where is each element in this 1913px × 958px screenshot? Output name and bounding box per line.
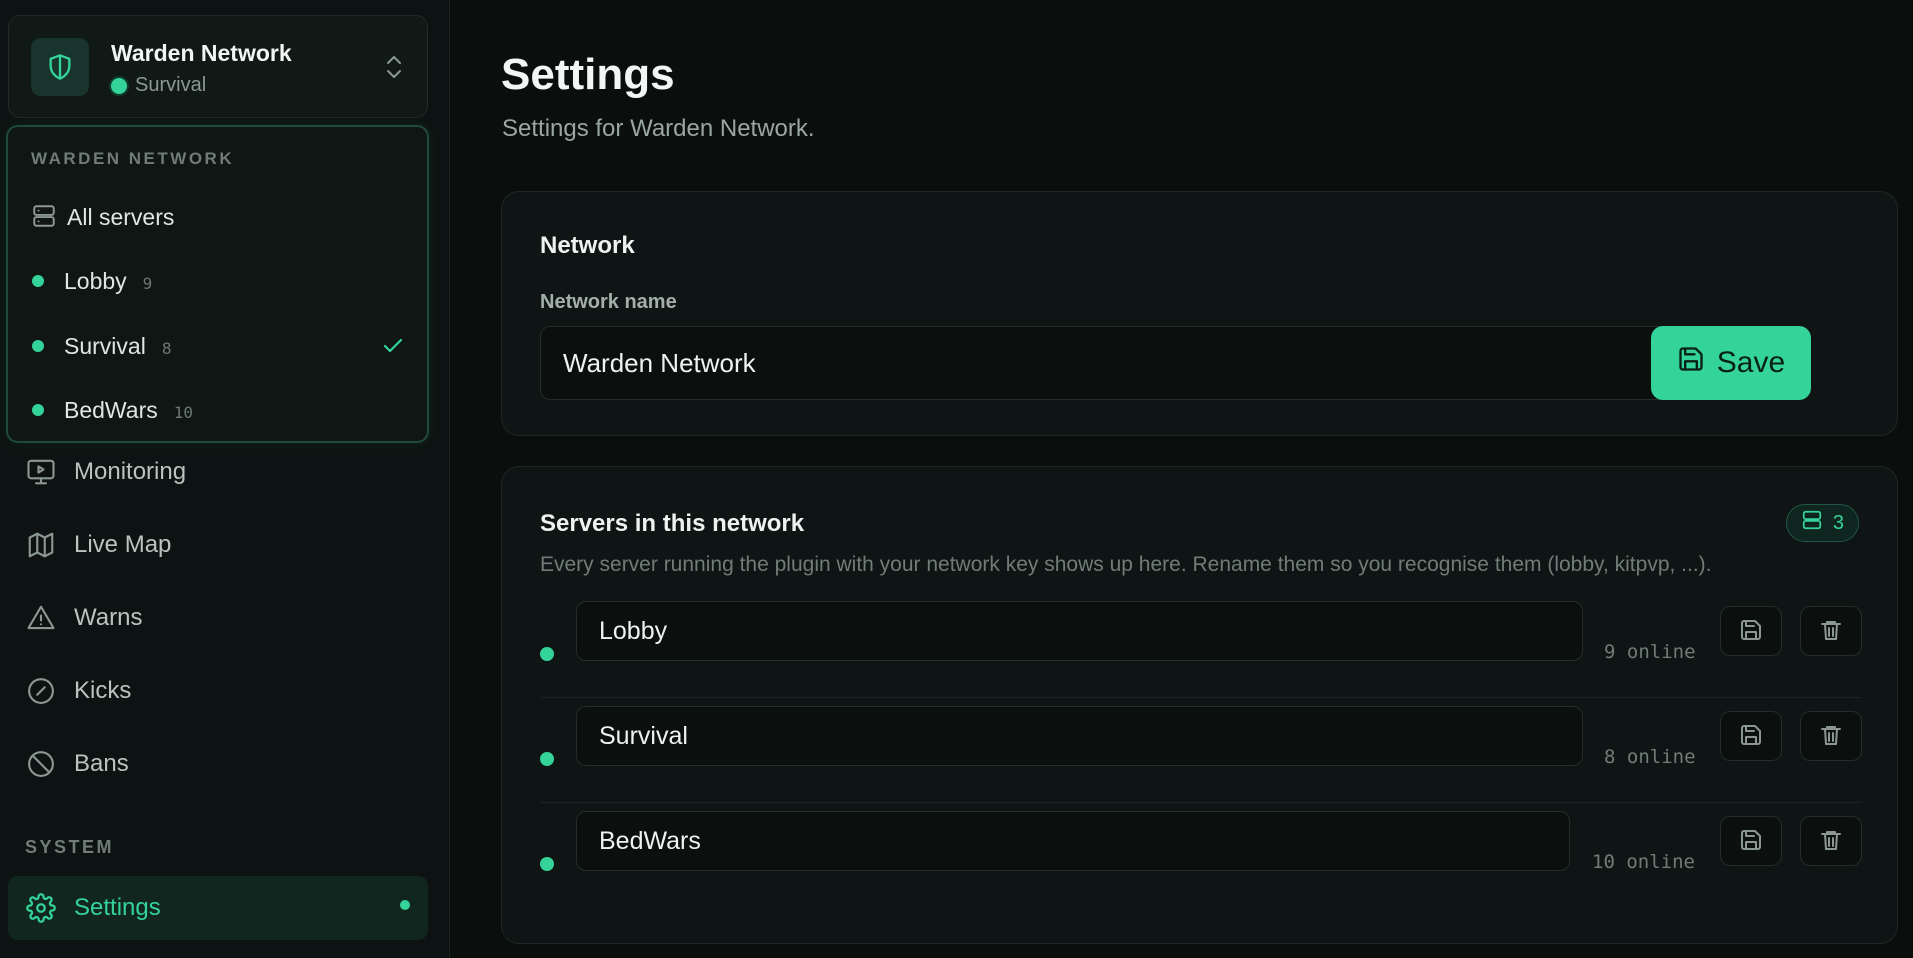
dropdown-item-lobby[interactable]: Lobby 9	[8, 255, 427, 307]
status-dot	[540, 857, 554, 871]
gear-icon	[26, 893, 56, 923]
row-divider	[540, 697, 1862, 698]
ban-icon	[26, 749, 56, 779]
page-title: Settings	[501, 50, 675, 99]
sidebar-item-bans[interactable]: Bans	[8, 735, 428, 793]
row-divider	[540, 802, 1862, 803]
field-label: Network name	[540, 291, 677, 313]
sidebar-item-kicks[interactable]: Kicks	[8, 662, 428, 720]
dropdown-item-label: All servers	[67, 203, 175, 230]
status-dot	[32, 340, 44, 352]
sidebar-item-label: Kicks	[74, 677, 132, 704]
active-indicator-dot	[400, 900, 410, 910]
sidebar-item-warns[interactable]: Warns	[8, 589, 428, 647]
shield-icon	[31, 38, 89, 96]
sidebar-item-label: Bans	[74, 750, 129, 777]
chevrons-up-down-icon	[383, 52, 405, 87]
save-button[interactable]: Save	[1651, 326, 1811, 400]
dropdown-item-label: Survival 8	[64, 333, 171, 360]
warning-triangle-icon	[26, 603, 56, 633]
page-subtitle: Settings for Warden Network.	[502, 115, 815, 142]
dropdown-item-bedwars[interactable]: BedWars 10	[8, 384, 427, 436]
trash-icon	[1819, 723, 1843, 750]
online-count: 8 online	[1604, 746, 1696, 768]
current-server: Survival	[111, 74, 206, 97]
server-row: 9 online	[540, 601, 1862, 706]
section-label-system: SYSTEM	[25, 837, 115, 857]
map-icon	[26, 530, 56, 560]
dropdown-item-label: BedWars 10	[64, 397, 193, 424]
server-name: BedWars	[64, 396, 158, 423]
server-name-input[interactable]	[576, 601, 1583, 661]
player-count: 8	[161, 338, 172, 358]
server-name: Lobby	[64, 267, 127, 294]
server-count: 3	[1832, 511, 1844, 534]
save-icon	[1677, 345, 1705, 381]
server-row: 10 online	[540, 811, 1862, 916]
player-count: 9	[142, 273, 153, 293]
delete-server-button[interactable]	[1800, 711, 1862, 761]
network-name-input[interactable]	[540, 326, 1686, 400]
server-stack-icon	[31, 203, 57, 234]
sidebar-item-settings[interactable]: Settings	[8, 876, 428, 940]
server-name-input[interactable]	[576, 811, 1570, 871]
save-server-button[interactable]	[1720, 816, 1782, 866]
servers-card: Servers in this network 3 Every server r…	[501, 466, 1898, 944]
status-dot	[111, 77, 127, 94]
app: Warden Network Survival WARDEN NETWORK A…	[0, 0, 1913, 958]
server-name: Survival	[64, 332, 146, 359]
card-title: Network	[540, 232, 635, 259]
dropdown-item-survival[interactable]: Survival 8	[8, 320, 427, 372]
player-count: 10	[173, 402, 193, 422]
server-row: 8 online	[540, 706, 1862, 811]
sidebar-item-label: Warns	[74, 604, 143, 631]
online-count: 9 online	[1604, 641, 1696, 663]
network-switcher[interactable]: Warden Network Survival	[8, 15, 428, 118]
main-content: Settings Settings for Warden Network. Ne…	[451, 0, 1913, 958]
sidebar-item-label: Monitoring	[74, 458, 187, 485]
save-icon	[1739, 618, 1763, 645]
card-description: Every server running the plugin with you…	[540, 553, 1712, 576]
server-dropdown: WARDEN NETWORK All servers Lobby 9 Survi…	[6, 125, 429, 443]
save-icon	[1739, 723, 1763, 750]
monitor-play-icon	[26, 457, 56, 487]
online-count: 10 online	[1592, 851, 1695, 873]
status-dot	[540, 647, 554, 661]
save-server-button[interactable]	[1720, 711, 1782, 761]
dropdown-item-label: Lobby 9	[64, 268, 152, 295]
current-server-label: Survival	[135, 74, 207, 96]
network-card: Network Network name Save	[501, 191, 1898, 436]
compass-slash-icon	[26, 676, 56, 706]
server-name-input[interactable]	[576, 706, 1583, 766]
delete-server-button[interactable]	[1800, 606, 1862, 656]
trash-icon	[1819, 618, 1843, 645]
card-title: Servers in this network	[540, 510, 805, 537]
status-dot	[32, 275, 44, 287]
sidebar: Warden Network Survival WARDEN NETWORK A…	[0, 0, 450, 958]
dropdown-item-all-servers[interactable]: All servers	[8, 191, 427, 243]
sidebar-item-live-map[interactable]: Live Map	[8, 516, 428, 574]
status-dot	[540, 752, 554, 766]
sidebar-item-monitoring[interactable]: Monitoring	[8, 443, 428, 501]
delete-server-button[interactable]	[1800, 816, 1862, 866]
sidebar-item-label: Live Map	[74, 531, 172, 558]
save-icon	[1739, 828, 1763, 855]
dropdown-heading: WARDEN NETWORK	[31, 149, 235, 168]
check-icon	[381, 334, 405, 363]
sidebar-item-label: Settings	[74, 894, 161, 921]
network-name: Warden Network	[111, 40, 292, 66]
status-dot	[32, 404, 44, 416]
server-count-badge: 3	[1785, 504, 1859, 542]
trash-icon	[1819, 828, 1843, 855]
server-stack-icon	[1801, 509, 1823, 537]
save-server-button[interactable]	[1720, 606, 1782, 656]
save-button-label: Save	[1716, 346, 1786, 379]
